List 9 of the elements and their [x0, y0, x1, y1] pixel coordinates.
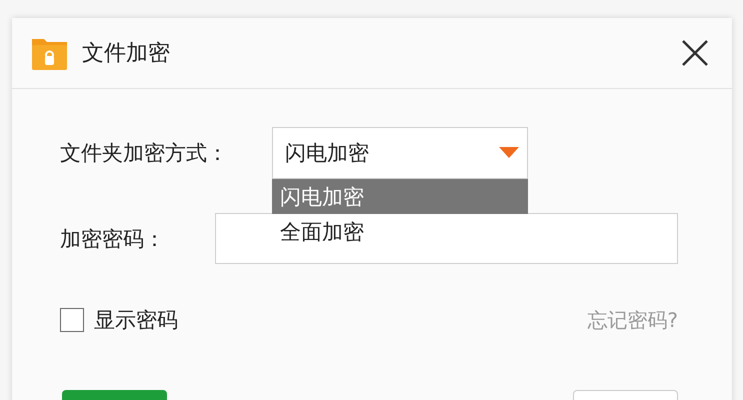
method-label: 文件夹加密方式： — [60, 140, 229, 167]
window-title: 文件加密 — [82, 40, 171, 68]
checkbox[interactable] — [60, 308, 84, 332]
dropdown-option[interactable]: 闪电加密 — [272, 179, 528, 214]
caret-icon — [499, 147, 519, 159]
show-password-label[interactable]: 显示密码 — [94, 306, 588, 334]
password-label: 加密密码： — [60, 226, 166, 252]
close-icon[interactable] — [680, 38, 710, 68]
method-dropdown[interactable]: 闪电加密 — [272, 127, 528, 179]
